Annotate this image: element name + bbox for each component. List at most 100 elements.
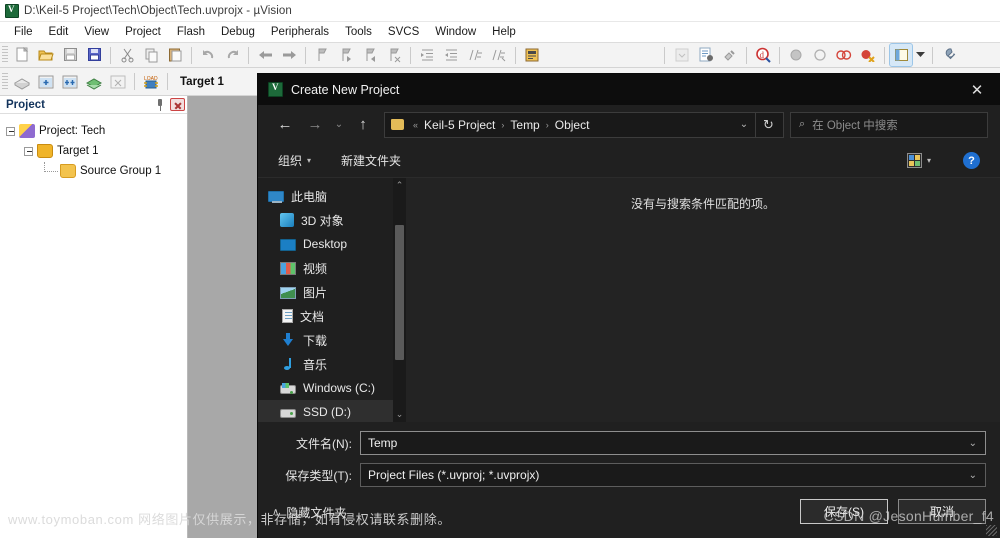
scroll-down-icon[interactable]: ⌄ [393,407,406,422]
organize-button[interactable]: 组织 ▾ [270,148,319,173]
manage-components-icon[interactable] [719,44,741,66]
filename-value: Temp [368,436,398,450]
menu-edit[interactable]: Edit [41,24,77,40]
indent-icon[interactable] [416,44,438,66]
sidebar-item-pictures[interactable]: 图片 [258,280,406,304]
batch-build-icon[interactable] [83,71,105,93]
stop-build-icon[interactable] [107,71,129,93]
back-icon[interactable]: ← [270,111,300,139]
build-target-icon[interactable] [35,71,57,93]
tree-node-target[interactable]: Target 1 [6,141,187,161]
refresh-icon[interactable]: ↻ [755,112,781,137]
download-to-flash-icon[interactable]: LOAD [140,71,162,93]
menu-tools[interactable]: Tools [337,24,380,40]
expander-icon[interactable] [6,126,15,136]
chevron-right-icon[interactable]: › [542,120,553,130]
tree-node-project[interactable]: Project: Tech [6,121,187,141]
tree-node-source-group[interactable]: Source Group 1 [6,161,187,181]
forward-icon[interactable]: → [300,111,330,139]
new-folder-button[interactable]: 新建文件夹 [333,148,409,173]
sidebar-item-ssd-d[interactable]: SSD (D:) [258,400,406,422]
sidebar-scrollbar[interactable]: ⌃ ⌄ [393,178,406,422]
chevron-right-icon[interactable]: › [497,120,508,130]
menu-help[interactable]: Help [484,24,524,40]
target-selector[interactable]: Target 1 [180,76,224,88]
sidebar-item-this-pc[interactable]: 此电脑 [258,184,406,208]
resize-grip[interactable] [986,525,997,536]
filetype-select[interactable]: Project Files (*.uvproj; *.uvprojx) ⌄ [360,463,986,487]
configuration-wizard-icon[interactable] [521,44,543,66]
save-file-icon[interactable] [59,44,81,66]
breadcrumb-item-object[interactable]: Object [553,116,592,134]
scroll-up-icon[interactable]: ⌃ [393,178,406,193]
open-file-icon[interactable] [35,44,57,66]
help-button[interactable]: ? [955,148,988,173]
rebuild-all-icon[interactable] [59,71,81,93]
paste-icon[interactable] [164,44,186,66]
toolbar-separator [515,46,516,64]
up-one-level-icon[interactable]: ↑ [348,111,378,139]
breadcrumb-overflow[interactable]: « [409,120,422,130]
breadcrumb-item-temp[interactable]: Temp [508,116,541,134]
comment-icon[interactable] [464,44,486,66]
translate-file-icon[interactable] [11,71,33,93]
sidebar-item-windows-c[interactable]: Windows (C:) [258,376,406,400]
kill-breakpoints-icon[interactable] [857,44,879,66]
new-file-icon[interactable] [11,44,33,66]
bookmark-next-icon[interactable] [359,44,381,66]
menu-svcs[interactable]: SVCS [380,24,427,40]
toolbar-grip[interactable] [2,46,8,64]
menu-flash[interactable]: Flash [169,24,213,40]
search-input[interactable]: ⌕ 在 Object 中搜索 [790,111,988,138]
scrollbar-track[interactable] [393,193,406,407]
toolbar-grip[interactable] [2,72,8,91]
breakpoint-filled-icon[interactable] [785,44,807,66]
menu-view[interactable]: View [76,24,117,40]
filename-input[interactable]: Temp ⌄ [360,431,986,455]
recent-locations-icon[interactable]: ⌄ [330,111,348,139]
sidebar-item-desktop[interactable]: Desktop [258,232,406,256]
breakpoint-empty-icon[interactable] [809,44,831,66]
menu-peripherals[interactable]: Peripherals [263,24,337,40]
navigate-back-icon[interactable] [254,44,276,66]
sidebar-item-3d-objects[interactable]: 3D 对象 [258,208,406,232]
close-icon[interactable] [170,98,185,111]
change-view-button[interactable]: ▾ [899,149,939,172]
menu-window[interactable]: Window [427,24,484,40]
menu-project[interactable]: Project [117,24,169,40]
target-options-icon[interactable] [695,44,717,66]
scrollbar-thumb[interactable] [395,225,404,360]
window-layout-icon[interactable] [889,43,913,67]
file-list-pane[interactable]: 没有与搜索条件匹配的项。 [406,178,1000,422]
bookmark-prev-icon[interactable] [335,44,357,66]
debug-find-icon[interactable]: d [752,44,774,66]
chevron-down-icon[interactable]: ⌄ [733,119,755,130]
address-bar[interactable]: « Keil-5 Project › Temp › Object ⌄ ↻ [384,111,784,138]
chevron-down-icon[interactable]: ⌄ [965,470,981,481]
sidebar-item-music[interactable]: 音乐 [258,352,406,376]
disable-breakpoints-icon[interactable] [833,44,855,66]
bookmark-toggle-icon[interactable] [311,44,333,66]
undo-icon[interactable] [197,44,219,66]
navigate-forward-icon[interactable] [278,44,300,66]
redo-icon[interactable] [221,44,243,66]
menu-file[interactable]: File [6,24,41,40]
copy-icon[interactable] [140,44,162,66]
expander-icon[interactable] [24,146,33,156]
sidebar-item-videos[interactable]: 视频 [258,256,406,280]
menu-debug[interactable]: Debug [213,24,263,40]
sidebar-item-downloads[interactable]: 下载 [258,328,406,352]
uncomment-icon[interactable] [488,44,510,66]
pin-icon[interactable] [153,98,167,112]
sidebar-item-documents[interactable]: 文档 [258,304,406,328]
outdent-icon[interactable] [440,44,462,66]
window-layout-dropdown-icon[interactable] [914,44,927,66]
cut-icon[interactable] [116,44,138,66]
bookmark-clear-icon[interactable] [383,44,405,66]
breadcrumb-item-keil5-project[interactable]: Keil-5 Project [422,116,497,134]
save-all-icon[interactable] [83,44,105,66]
dialog-close-button[interactable]: ✕ [954,74,1000,105]
tree-node-label: Source Group 1 [80,165,162,177]
chevron-down-icon[interactable]: ⌄ [965,438,981,449]
utilities-wrench-icon[interactable] [938,44,960,66]
